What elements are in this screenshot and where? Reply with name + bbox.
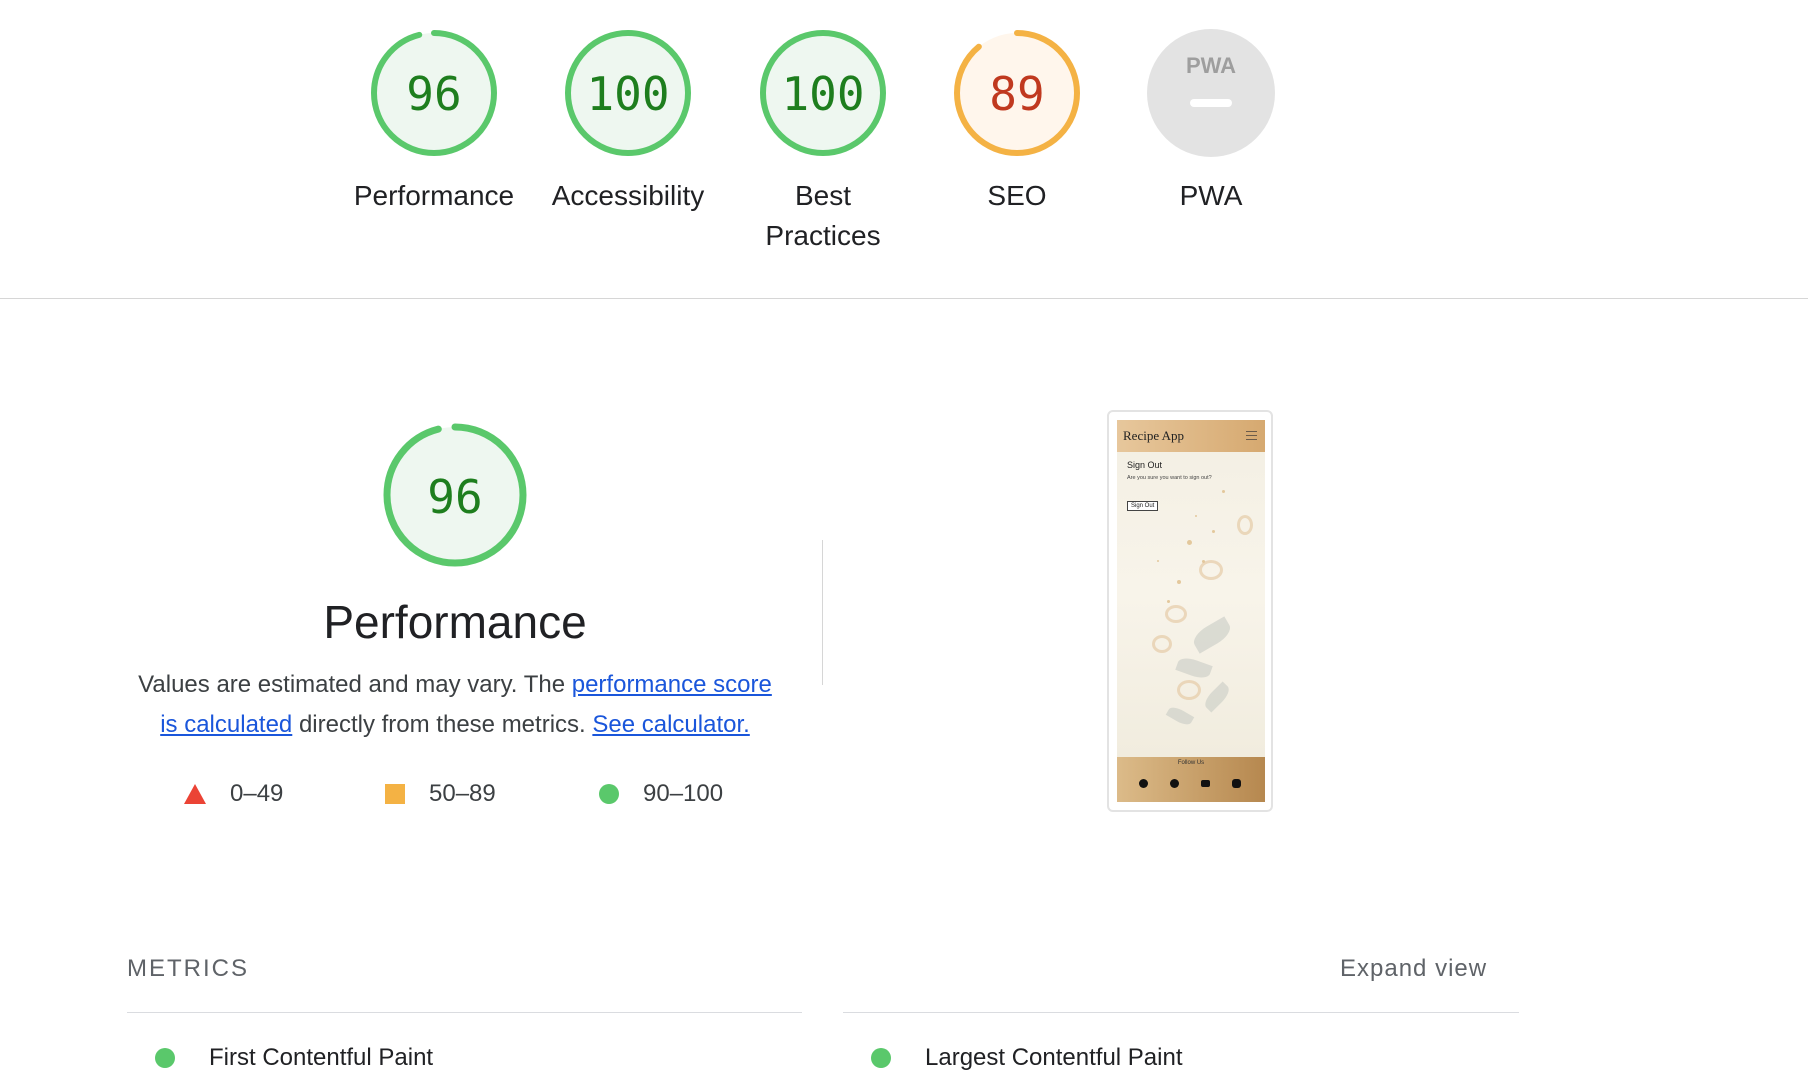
desc-prefix: Values are estimated and may vary. The — [138, 671, 566, 698]
triangle-icon — [184, 784, 206, 804]
category-label: Performance — [353, 180, 515, 211]
legend-range: 0–49 — [230, 780, 284, 807]
circle-icon — [599, 784, 619, 804]
legend-range: 50–89 — [429, 780, 496, 807]
menu-icon — [1246, 431, 1257, 440]
metrics-heading: METRICS — [127, 955, 249, 982]
screenshot-footer: Follow Us — [1117, 757, 1265, 802]
expand-view-toggle[interactable]: Expand view — [1340, 955, 1487, 983]
legend-average: 50–89 — [385, 780, 496, 808]
gauge-performance[interactable]: 96 Performance — [349, 28, 519, 216]
pwa-badge-icon: PWA — [1147, 29, 1275, 157]
square-icon — [385, 784, 405, 804]
app-bar: Recipe App — [1117, 420, 1265, 452]
gauge-pwa[interactable]: PWA PWA — [1126, 28, 1296, 216]
score-ring: 89 — [954, 30, 1080, 156]
signout-button: Sign Out — [1127, 501, 1159, 511]
category-label: SEO — [987, 180, 1047, 211]
vertical-divider — [822, 540, 823, 685]
screenshot-screen: Recipe App Sign Out Are you sure you wan… — [1117, 420, 1265, 802]
see-calculator-link[interactable]: See calculator. — [592, 711, 749, 738]
metrics-divider-left — [127, 1012, 802, 1013]
score-ring: 96 — [371, 30, 497, 156]
pass-circle-icon — [155, 1048, 175, 1068]
final-screenshot-thumbnail[interactable]: Recipe App Sign Out Are you sure you wan… — [1107, 410, 1273, 812]
metrics-divider-right — [843, 1012, 1519, 1013]
twitter-icon — [1139, 779, 1148, 788]
category-label: PWA — [1179, 180, 1243, 211]
pwa-badge-text: PWA — [1186, 53, 1236, 78]
category-label: Best Practices — [765, 180, 881, 251]
score-ring: 100 — [760, 30, 886, 156]
instagram-icon — [1232, 779, 1241, 788]
youtube-icon — [1201, 780, 1210, 787]
legend-pass: 90–100 — [599, 780, 723, 808]
signout-text: Are you sure you want to sign out? — [1127, 475, 1212, 481]
gauge-best-practices[interactable]: 100 Best Practices — [738, 28, 908, 256]
follow-us-text: Follow Us — [1177, 760, 1205, 766]
performance-score-gauge: 96 — [380, 420, 530, 575]
legend-fail: 0–49 — [184, 780, 283, 808]
legend-range: 90–100 — [643, 780, 724, 807]
desc-mid: directly from these metrics. — [298, 711, 586, 738]
performance-score: 96 — [427, 470, 482, 524]
score-value: 96 — [406, 67, 461, 121]
signout-heading: Sign Out — [1127, 460, 1163, 470]
score-value: 100 — [781, 67, 864, 121]
header-divider — [0, 298, 1808, 299]
gauge-seo[interactable]: 89 SEO — [932, 28, 1102, 216]
gauge-accessibility[interactable]: 100 Accessibility — [543, 28, 713, 216]
performance-description: Values are estimated and may vary. The p… — [130, 665, 780, 745]
score-value: 89 — [989, 67, 1044, 121]
score-value: 100 — [586, 67, 669, 121]
score-ring: 96 — [383, 423, 527, 567]
performance-title: Performance — [323, 596, 587, 648]
category-label: Accessibility — [551, 180, 705, 211]
app-title: Recipe App — [1123, 428, 1185, 443]
facebook-icon — [1170, 779, 1179, 788]
pass-circle-icon — [871, 1048, 891, 1068]
score-ring: 100 — [565, 30, 691, 156]
